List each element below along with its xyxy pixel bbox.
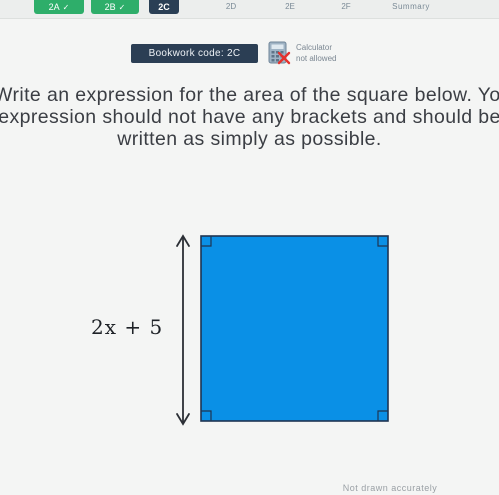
tab-label: 2E (285, 2, 295, 11)
tab-summary[interactable]: Summary (378, 0, 444, 14)
tab-2e[interactable]: 2E (276, 0, 304, 14)
tab-2c[interactable]: 2C (149, 0, 179, 14)
right-angle-marks (201, 236, 388, 421)
check-icon: ✓ (62, 3, 70, 12)
tab-label: 2A (48, 2, 60, 12)
side-length-label: 2x + 5 (91, 315, 164, 339)
tab-label: 2B (104, 2, 116, 12)
tab-2a[interactable]: 2A ✓ (34, 0, 84, 14)
question-line-3: written as simply as possible. (117, 128, 382, 150)
tab-label: 2D (225, 2, 237, 11)
question-line-1: Write an expression for the area of the … (0, 84, 499, 106)
bookwork-code-badge: Bookwork code: 2C (131, 44, 258, 63)
tab-label: Summary (392, 2, 430, 11)
tab-2d[interactable]: 2D (217, 0, 245, 14)
tab-label: 2F (341, 2, 351, 11)
not-to-scale-note: Not drawn accurately (342, 483, 438, 493)
square-diagram (176, 234, 389, 426)
task-tab-bar: 2A ✓ 2B ✓ 2C 2D 2E 2F Summary (0, 0, 499, 19)
side-length-arrow (176, 234, 190, 426)
calculator-status-line2: not allowed (296, 54, 337, 63)
tab-2b[interactable]: 2B ✓ (91, 0, 139, 14)
question-text: Write an expression for the area of the … (0, 84, 499, 150)
calculator-status-line1: Calculator (296, 43, 333, 52)
calculator-status: Calculator not allowed (296, 42, 336, 64)
tab-label: 2C (158, 2, 170, 12)
question-line-2: expression should not have any brackets … (0, 106, 499, 128)
check-icon: ✓ (118, 3, 126, 12)
calculator-not-allowed-icon (268, 41, 291, 65)
square-shape (200, 235, 389, 422)
tab-2f[interactable]: 2F (332, 0, 360, 14)
